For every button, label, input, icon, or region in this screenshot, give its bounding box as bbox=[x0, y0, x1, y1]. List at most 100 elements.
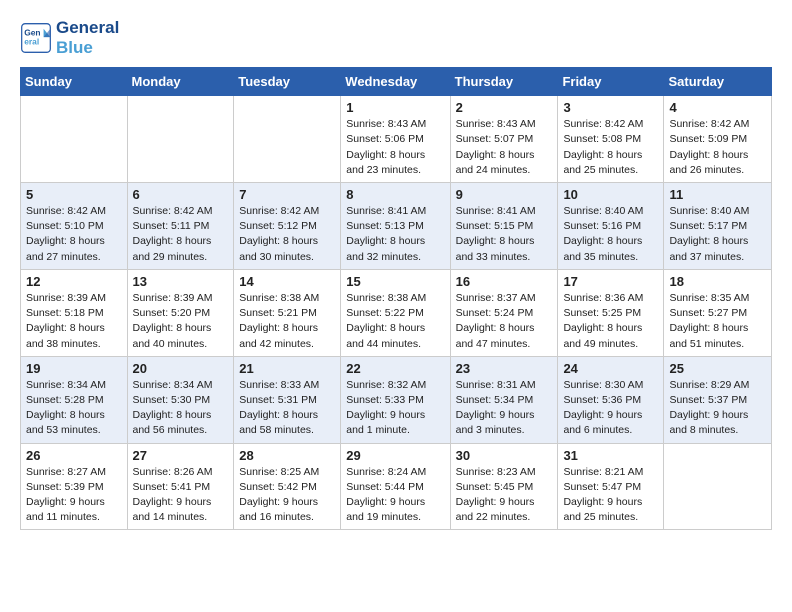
day-info: Sunrise: 8:26 AM Sunset: 5:41 PM Dayligh… bbox=[133, 465, 229, 526]
calendar-table: SundayMondayTuesdayWednesdayThursdayFrid… bbox=[20, 67, 772, 530]
logo-icon: Gen eral bbox=[20, 22, 52, 54]
day-number: 1 bbox=[346, 100, 444, 115]
calendar-cell: 20 Sunrise: 8:34 AM Sunset: 5:30 PM Dayli… bbox=[127, 356, 234, 443]
day-number: 14 bbox=[239, 274, 335, 289]
calendar-cell: 5 Sunrise: 8:42 AM Sunset: 5:10 PM Daylig… bbox=[21, 182, 128, 269]
day-number: 27 bbox=[133, 448, 229, 463]
day-number: 19 bbox=[26, 361, 122, 376]
day-info: Sunrise: 8:38 AM Sunset: 5:21 PM Dayligh… bbox=[239, 291, 335, 352]
day-info: Sunrise: 8:36 AM Sunset: 5:25 PM Dayligh… bbox=[563, 291, 658, 352]
calendar-header-thursday: Thursday bbox=[450, 68, 558, 96]
day-info: Sunrise: 8:41 AM Sunset: 5:13 PM Dayligh… bbox=[346, 204, 444, 265]
calendar-header-friday: Friday bbox=[558, 68, 664, 96]
day-info: Sunrise: 8:33 AM Sunset: 5:31 PM Dayligh… bbox=[239, 378, 335, 439]
calendar-cell: 16 Sunrise: 8:37 AM Sunset: 5:24 PM Dayli… bbox=[450, 269, 558, 356]
day-number: 17 bbox=[563, 274, 658, 289]
day-info: Sunrise: 8:40 AM Sunset: 5:17 PM Dayligh… bbox=[669, 204, 766, 265]
calendar-cell: 4 Sunrise: 8:42 AM Sunset: 5:09 PM Daylig… bbox=[664, 96, 772, 183]
calendar-cell: 28Sunrise: 8:25 AM Sunset: 5:42 PM Dayli… bbox=[234, 443, 341, 530]
day-number: 4 bbox=[669, 100, 766, 115]
day-info: Sunrise: 8:42 AM Sunset: 5:10 PM Dayligh… bbox=[26, 204, 122, 265]
day-number: 9 bbox=[456, 187, 553, 202]
calendar-header-wednesday: Wednesday bbox=[341, 68, 450, 96]
day-number: 21 bbox=[239, 361, 335, 376]
day-number: 3 bbox=[563, 100, 658, 115]
day-number: 26 bbox=[26, 448, 122, 463]
calendar-cell: 18 Sunrise: 8:35 AM Sunset: 5:27 PM Dayli… bbox=[664, 269, 772, 356]
calendar-week-row: 5 Sunrise: 8:42 AM Sunset: 5:10 PM Daylig… bbox=[21, 182, 772, 269]
day-info: Sunrise: 8:38 AM Sunset: 5:22 PM Dayligh… bbox=[346, 291, 444, 352]
calendar-cell bbox=[21, 96, 128, 183]
day-number: 16 bbox=[456, 274, 553, 289]
day-number: 20 bbox=[133, 361, 229, 376]
logo-text: General Blue bbox=[56, 18, 119, 57]
calendar-cell: 11 Sunrise: 8:40 AM Sunset: 5:17 PM Dayli… bbox=[664, 182, 772, 269]
day-number: 30 bbox=[456, 448, 553, 463]
day-number: 24 bbox=[563, 361, 658, 376]
day-number: 23 bbox=[456, 361, 553, 376]
calendar-week-row: 26 Sunrise: 8:27 AM Sunset: 5:39 PM Dayli… bbox=[21, 443, 772, 530]
calendar-cell: 21 Sunrise: 8:33 AM Sunset: 5:31 PM Dayli… bbox=[234, 356, 341, 443]
day-number: 29 bbox=[346, 448, 444, 463]
calendar-cell bbox=[664, 443, 772, 530]
day-number: 7 bbox=[239, 187, 335, 202]
calendar-header-monday: Monday bbox=[127, 68, 234, 96]
calendar-cell: 10Sunrise: 8:40 AM Sunset: 5:16 PM Dayli… bbox=[558, 182, 664, 269]
day-info: Sunrise: 8:29 AM Sunset: 5:37 PM Dayligh… bbox=[669, 378, 766, 439]
day-info: Sunrise: 8:25 AM Sunset: 5:42 PM Dayligh… bbox=[239, 465, 335, 526]
day-info: Sunrise: 8:35 AM Sunset: 5:27 PM Dayligh… bbox=[669, 291, 766, 352]
calendar-cell: 15Sunrise: 8:38 AM Sunset: 5:22 PM Dayli… bbox=[341, 269, 450, 356]
calendar-header-sunday: Sunday bbox=[21, 68, 128, 96]
calendar-cell: 31 Sunrise: 8:21 AM Sunset: 5:47 PM Dayli… bbox=[558, 443, 664, 530]
calendar-cell bbox=[234, 96, 341, 183]
logo: Gen eral General Blue bbox=[20, 18, 119, 57]
calendar-header-saturday: Saturday bbox=[664, 68, 772, 96]
day-info: Sunrise: 8:41 AM Sunset: 5:15 PM Dayligh… bbox=[456, 204, 553, 265]
calendar-cell: 12 Sunrise: 8:39 AM Sunset: 5:18 PM Dayli… bbox=[21, 269, 128, 356]
calendar-cell: 26 Sunrise: 8:27 AM Sunset: 5:39 PM Dayli… bbox=[21, 443, 128, 530]
day-number: 8 bbox=[346, 187, 444, 202]
calendar-cell: 7 Sunrise: 8:42 AM Sunset: 5:12 PM Daylig… bbox=[234, 182, 341, 269]
day-info: Sunrise: 8:37 AM Sunset: 5:24 PM Dayligh… bbox=[456, 291, 553, 352]
day-info: Sunrise: 8:39 AM Sunset: 5:20 PM Dayligh… bbox=[133, 291, 229, 352]
calendar-cell: 8 Sunrise: 8:41 AM Sunset: 5:13 PM Daylig… bbox=[341, 182, 450, 269]
header: Gen eral General Blue bbox=[20, 18, 772, 57]
calendar-cell: 1Sunrise: 8:43 AM Sunset: 5:06 PM Daylig… bbox=[341, 96, 450, 183]
calendar-cell: 13 Sunrise: 8:39 AM Sunset: 5:20 PM Dayli… bbox=[127, 269, 234, 356]
day-number: 13 bbox=[133, 274, 229, 289]
day-info: Sunrise: 8:42 AM Sunset: 5:12 PM Dayligh… bbox=[239, 204, 335, 265]
day-info: Sunrise: 8:43 AM Sunset: 5:07 PM Dayligh… bbox=[456, 117, 553, 178]
calendar-cell: 9 Sunrise: 8:41 AM Sunset: 5:15 PM Daylig… bbox=[450, 182, 558, 269]
calendar-cell: 30 Sunrise: 8:23 AM Sunset: 5:45 PM Dayli… bbox=[450, 443, 558, 530]
day-info: Sunrise: 8:31 AM Sunset: 5:34 PM Dayligh… bbox=[456, 378, 553, 439]
day-info: Sunrise: 8:27 AM Sunset: 5:39 PM Dayligh… bbox=[26, 465, 122, 526]
calendar-week-row: 1Sunrise: 8:43 AM Sunset: 5:06 PM Daylig… bbox=[21, 96, 772, 183]
day-number: 22 bbox=[346, 361, 444, 376]
calendar-cell: 25Sunrise: 8:29 AM Sunset: 5:37 PM Dayli… bbox=[664, 356, 772, 443]
day-info: Sunrise: 8:23 AM Sunset: 5:45 PM Dayligh… bbox=[456, 465, 553, 526]
day-info: Sunrise: 8:32 AM Sunset: 5:33 PM Dayligh… bbox=[346, 378, 444, 439]
day-number: 5 bbox=[26, 187, 122, 202]
day-info: Sunrise: 8:21 AM Sunset: 5:47 PM Dayligh… bbox=[563, 465, 658, 526]
day-info: Sunrise: 8:34 AM Sunset: 5:30 PM Dayligh… bbox=[133, 378, 229, 439]
calendar-cell: 14 Sunrise: 8:38 AM Sunset: 5:21 PM Dayli… bbox=[234, 269, 341, 356]
day-number: 11 bbox=[669, 187, 766, 202]
calendar-cell: 29 Sunrise: 8:24 AM Sunset: 5:44 PM Dayli… bbox=[341, 443, 450, 530]
day-number: 6 bbox=[133, 187, 229, 202]
calendar-week-row: 19 Sunrise: 8:34 AM Sunset: 5:28 PM Dayli… bbox=[21, 356, 772, 443]
day-number: 12 bbox=[26, 274, 122, 289]
day-info: Sunrise: 8:42 AM Sunset: 5:09 PM Dayligh… bbox=[669, 117, 766, 178]
calendar-cell: 19 Sunrise: 8:34 AM Sunset: 5:28 PM Dayli… bbox=[21, 356, 128, 443]
day-number: 31 bbox=[563, 448, 658, 463]
day-info: Sunrise: 8:42 AM Sunset: 5:08 PM Dayligh… bbox=[563, 117, 658, 178]
page: Gen eral General Blue SundayMondayTuesda… bbox=[0, 0, 792, 612]
calendar-header-row: SundayMondayTuesdayWednesdayThursdayFrid… bbox=[21, 68, 772, 96]
day-info: Sunrise: 8:34 AM Sunset: 5:28 PM Dayligh… bbox=[26, 378, 122, 439]
calendar-cell: 3 Sunrise: 8:42 AM Sunset: 5:08 PM Daylig… bbox=[558, 96, 664, 183]
day-info: Sunrise: 8:24 AM Sunset: 5:44 PM Dayligh… bbox=[346, 465, 444, 526]
calendar-cell: 22 Sunrise: 8:32 AM Sunset: 5:33 PM Dayli… bbox=[341, 356, 450, 443]
day-info: Sunrise: 8:39 AM Sunset: 5:18 PM Dayligh… bbox=[26, 291, 122, 352]
day-number: 18 bbox=[669, 274, 766, 289]
calendar-cell: 6Sunrise: 8:42 AM Sunset: 5:11 PM Daylig… bbox=[127, 182, 234, 269]
calendar-cell: 23 Sunrise: 8:31 AM Sunset: 5:34 PM Dayli… bbox=[450, 356, 558, 443]
